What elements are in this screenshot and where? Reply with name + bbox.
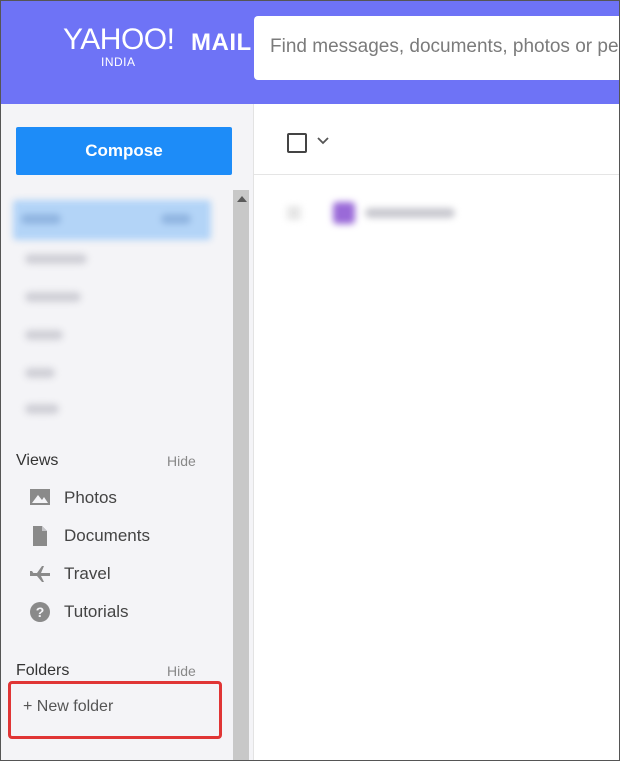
logo-region-text: INDIA xyxy=(101,55,136,69)
scroll-up-icon[interactable] xyxy=(237,196,247,202)
folders-heading: Folders xyxy=(16,662,70,679)
sidebar-item-documents[interactable]: Documents xyxy=(29,521,229,551)
photo-icon xyxy=(30,489,50,505)
sidebar-scrollbar[interactable] xyxy=(233,190,249,760)
search-box[interactable] xyxy=(254,16,619,80)
folders-hide-link[interactable]: Hide xyxy=(167,663,196,679)
select-all-checkbox[interactable] xyxy=(287,133,307,153)
app-window: YAHOO! MAIL INDIA Compose Views Hide xyxy=(0,0,620,761)
highlight-box xyxy=(8,681,222,739)
blurred-folder-list xyxy=(11,196,221,421)
sidebar-item-label: Travel xyxy=(64,564,111,583)
sidebar-divider xyxy=(253,104,254,760)
sidebar-item-label: Documents xyxy=(64,526,150,545)
logo-mail-text: MAIL xyxy=(191,29,252,56)
header-bar: YAHOO! MAIL INDIA xyxy=(1,1,619,104)
sidebar-item-travel[interactable]: Travel xyxy=(29,559,229,589)
sidebar-item-tutorials[interactable]: ? Tutorials xyxy=(29,597,229,627)
search-input[interactable] xyxy=(270,36,619,58)
sidebar-item-label: Photos xyxy=(64,488,117,507)
toolbar-divider xyxy=(254,174,619,175)
views-hide-link[interactable]: Hide xyxy=(167,453,196,469)
svg-text:?: ? xyxy=(36,604,45,620)
document-icon xyxy=(33,526,47,546)
help-icon: ? xyxy=(30,602,50,622)
compose-button[interactable]: Compose xyxy=(16,127,232,175)
airplane-icon xyxy=(30,566,50,582)
sidebar: Compose Views Hide Photos Documents Trav… xyxy=(1,104,253,760)
blurred-message-row xyxy=(281,196,481,230)
views-heading: Views xyxy=(16,452,59,469)
sidebar-item-photos[interactable]: Photos xyxy=(29,483,229,513)
logo-text: YAHOO! xyxy=(63,23,175,56)
chevron-down-icon[interactable] xyxy=(317,135,329,145)
sidebar-item-label: Tutorials xyxy=(64,602,129,621)
